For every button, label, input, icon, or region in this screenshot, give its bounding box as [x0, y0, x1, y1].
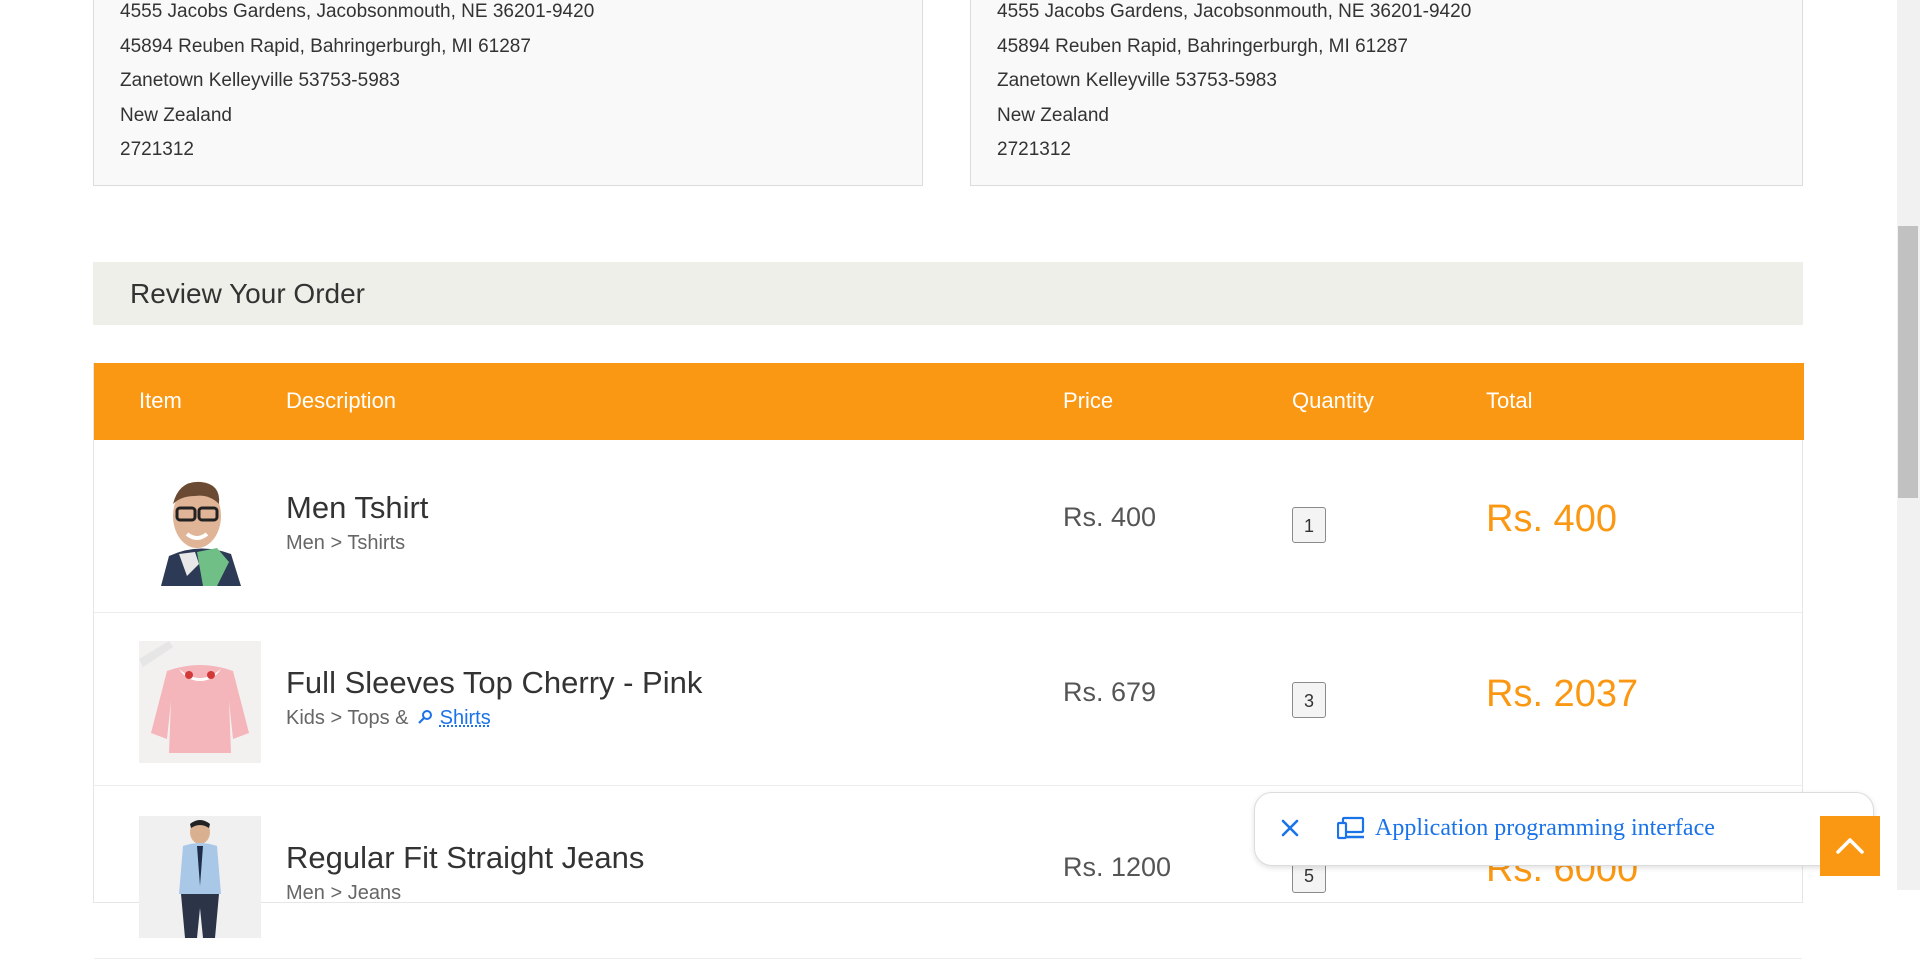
search-icon [418, 708, 434, 724]
address-phone: 2721312 [997, 139, 1071, 160]
address-line: 45894 Reuben Rapid, Bahringerburgh, MI 6… [997, 35, 1408, 57]
table-row: Full Sleeves Top Cherry - Pink Kids > To… [94, 613, 1802, 786]
address-line: 4555 Jacobs Gardens, Jacobsonmouth, NE 3… [120, 1, 595, 22]
quantity-field[interactable]: 3 [1292, 682, 1326, 718]
product-category: Men > Tshirts [286, 532, 406, 554]
address-phone: 2721312 [120, 139, 194, 160]
definition-popup: Application programming interface [1254, 792, 1874, 866]
header-total: Total [1486, 388, 1533, 413]
billing-address-box: 4555 Jacobs Gardens, Jacobsonmouth, NE 3… [93, 0, 923, 186]
address-line: 4555 Jacobs Gardens, Jacobsonmouth, NE 3… [997, 1, 1472, 22]
product-image[interactable] [139, 641, 261, 763]
quantity-field[interactable]: 1 [1292, 507, 1326, 543]
product-image[interactable] [139, 464, 261, 586]
address-country: New Zealand [120, 104, 232, 126]
scrollbar-thumb[interactable] [1898, 226, 1918, 498]
header-quantity: Quantity [1292, 388, 1374, 413]
line-total: Rs. 2037 [1486, 673, 1639, 715]
close-icon[interactable] [1277, 815, 1303, 841]
devices-icon [1336, 815, 1365, 841]
shipping-address-box: 4555 Jacobs Gardens, Jacobsonmouth, NE 3… [970, 0, 1803, 186]
address-country: New Zealand [997, 104, 1109, 126]
table-row: Men Tshirt Men > Tshirts Rs. 400 1 Rs. 4… [94, 440, 1802, 613]
product-name[interactable]: Full Sleeves Top Cherry - Pink [286, 665, 702, 701]
product-category: Kids > Tops & Shirts [286, 707, 491, 730]
product-name[interactable]: Regular Fit Straight Jeans [286, 840, 644, 876]
product-image[interactable] [139, 816, 261, 938]
product-price: Rs. 679 [1063, 677, 1157, 707]
address-line: Zanetown Kelleyville 53753-5983 [997, 70, 1277, 91]
review-order-header: Review Your Order [93, 262, 1803, 325]
product-price: Rs. 400 [1063, 502, 1157, 532]
category-text: Kids > Tops & [286, 707, 409, 729]
address-line: Zanetown Kelleyville 53753-5983 [120, 70, 400, 91]
back-to-top-button[interactable] [1820, 816, 1880, 876]
checkout-page: 4555 Jacobs Gardens, Jacobsonmouth, NE 3… [0, 0, 1897, 959]
review-order-title: Review Your Order [130, 278, 366, 309]
table-header: Item Description Price Quantity Total [94, 363, 1804, 440]
header-item: Item [139, 388, 182, 413]
chevron-up-icon [1836, 838, 1864, 854]
address-line: 45894 Reuben Rapid, Bahringerburgh, MI 6… [120, 35, 531, 57]
product-price: Rs. 1200 [1063, 852, 1172, 882]
popup-link-text[interactable]: Application programming interface [1375, 815, 1715, 842]
line-total: Rs. 400 [1486, 498, 1617, 540]
product-category: Men > Jeans [286, 882, 402, 904]
header-description: Description [286, 388, 397, 413]
category-link-shirts[interactable]: Shirts [440, 707, 491, 729]
product-name[interactable]: Men Tshirt [286, 490, 428, 526]
header-price: Price [1063, 388, 1114, 413]
